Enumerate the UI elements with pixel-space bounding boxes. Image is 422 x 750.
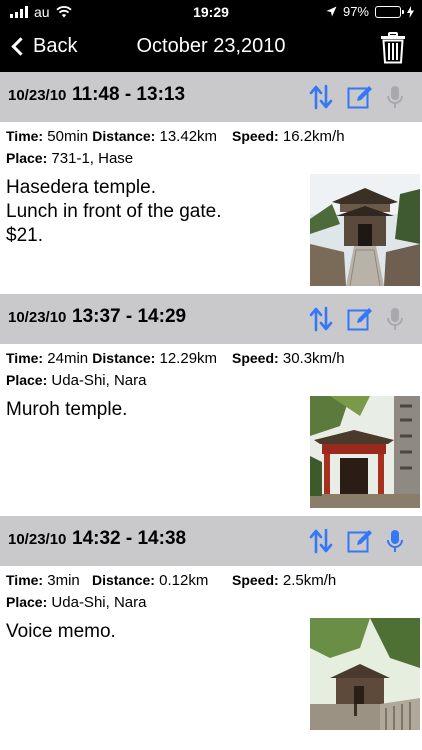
time-label: Time: [6,350,44,366]
trip-entry[interactable]: 10/23/10 14:32 - 14:38 Time: 3min Distan… [0,516,422,738]
trip-list: 10/23/10 11:48 - 13:13 Time: 50min Dista… [0,72,422,738]
speed-label: Speed: [232,572,279,588]
battery-percent: 97% [342,4,369,19]
distance-value: 0.12km [159,572,209,589]
stats-row: Time: 24min Distance: 12.29km [6,350,217,367]
speed-value: 2.5km/h [282,572,337,589]
entry-date: 10/23/10 [8,531,67,548]
speed-value: 16.2km/h [282,128,345,145]
place-row: Place: 731-1, Hase [6,150,133,167]
distance-label: Distance: [92,350,156,366]
speed-row: Speed: 2.5km/h [232,572,336,589]
time-label: Time: [6,128,44,144]
trip-entry-header: 10/23/10 11:48 - 13:13 [0,72,422,122]
entry-date: 10/23/10 [8,87,67,104]
distance-value: 13.42km [159,128,218,145]
charging-bolt-icon [407,5,414,18]
time-value: 3min [47,572,80,589]
entry-time-range: 11:48 - 13:13 [72,84,186,105]
status-bar: au 19:29 97% [0,0,422,24]
stats-row: Time: 3min Distance: 0.12km [6,572,208,589]
forest-hall-photo[interactable] [310,618,420,730]
edit-icon[interactable] [347,306,373,332]
trip-entry[interactable]: 10/23/10 13:37 - 14:29 Time: 24min Dista… [0,294,422,516]
sort-arrows-icon[interactable] [308,528,334,554]
status-right: 97% [326,4,414,19]
speed-row: Speed: 16.2km/h [232,128,345,145]
microphone-icon[interactable] [382,528,408,554]
stats-row: Time: 50min Distance: 13.42km [6,128,217,145]
edit-icon[interactable] [347,84,373,110]
entry-memo: Muroh temple. [6,399,128,420]
sort-arrows-icon[interactable] [308,84,334,110]
time-label: Time: [6,572,44,588]
sort-arrows-icon[interactable] [308,306,334,332]
location-arrow-icon [326,6,337,17]
place-value: Uda-Shi, Nara [51,372,147,389]
distance-value: 12.29km [159,350,218,367]
trash-icon[interactable] [380,32,406,64]
speed-value: 30.3km/h [282,350,345,367]
speed-label: Speed: [232,128,279,144]
entry-memo: Voice memo. [6,621,116,642]
temple-gate-photo[interactable] [310,174,420,286]
trip-entry-header: 10/23/10 13:37 - 14:29 [0,294,422,344]
trip-entry[interactable]: 10/23/10 11:48 - 13:13 Time: 50min Dista… [0,72,422,294]
entry-memo: Hasedera temple. Lunch in front of the g… [6,177,222,246]
navigation-bar: Back October 23,2010 [0,24,422,72]
place-value: 731-1, Hase [51,150,134,167]
speed-label: Speed: [232,350,279,366]
time-value: 50min [47,128,89,145]
place-label: Place: [6,594,48,610]
entry-time-range: 14:32 - 14:38 [72,528,187,549]
place-row: Place: Uda-Shi, Nara [6,372,146,389]
trip-entry-header: 10/23/10 14:32 - 14:38 [0,516,422,566]
distance-label: Distance: [92,128,156,144]
edit-icon[interactable] [347,528,373,554]
speed-row: Speed: 30.3km/h [232,350,345,367]
time-value: 24min [47,350,89,367]
page-title: October 23,2010 [136,35,286,57]
battery-icon [375,5,404,18]
red-gate-photo[interactable] [310,396,420,508]
distance-label: Distance: [91,572,155,588]
place-label: Place: [6,372,48,388]
microphone-icon [387,308,403,330]
place-value: Uda-Shi, Nara [51,594,147,611]
microphone-icon [387,86,403,108]
entry-date: 10/23/10 [8,309,67,326]
place-row: Place: Uda-Shi, Nara [6,594,146,611]
entry-time-range: 13:37 - 14:29 [72,306,187,327]
place-label: Place: [6,150,48,166]
